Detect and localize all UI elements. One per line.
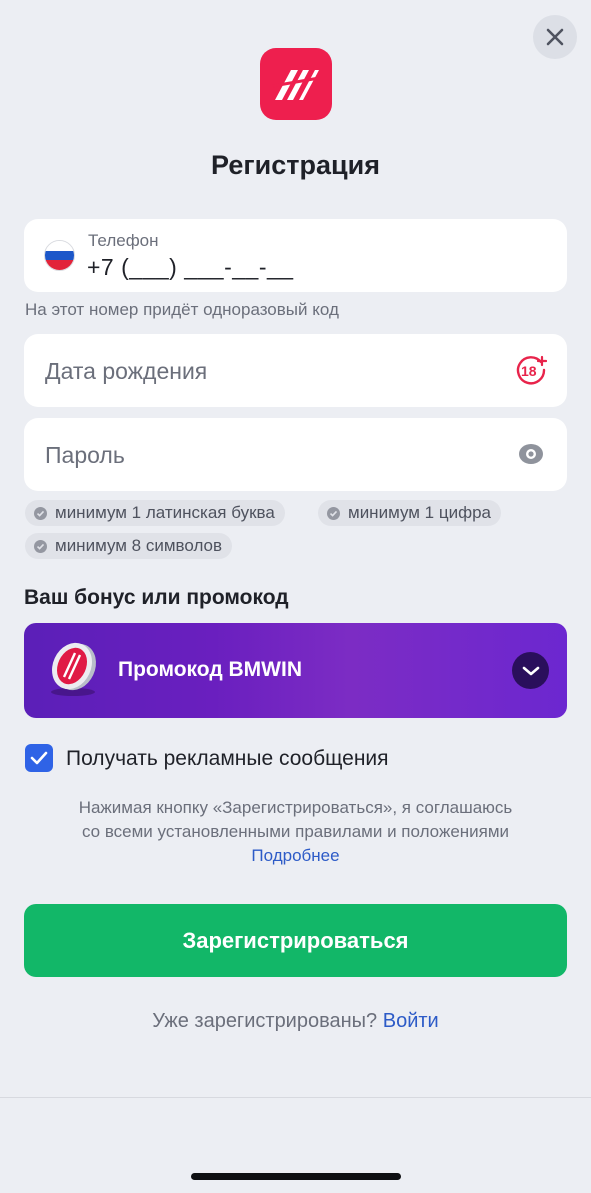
password-requirement-chip: минимум 8 символов xyxy=(25,533,233,559)
eye-icon[interactable] xyxy=(518,443,544,465)
check-icon xyxy=(34,506,47,520)
phone-hint: На этот номер придёт одноразовый код xyxy=(25,300,339,319)
marketing-checkbox[interactable] xyxy=(25,744,53,772)
russia-flag-icon[interactable] xyxy=(44,240,75,271)
login-row: Уже зарегистрированы? Войти xyxy=(0,1010,591,1033)
promo-selector[interactable]: Промокод BMWIN xyxy=(24,623,567,718)
svg-text:18: 18 xyxy=(521,363,537,379)
check-icon xyxy=(34,539,47,553)
age-18-plus-icon: 18 xyxy=(516,355,547,385)
chevron-down-icon[interactable] xyxy=(512,652,549,689)
check-icon xyxy=(327,506,340,520)
birth-date-field[interactable]: Дата рождения 18 xyxy=(24,334,567,407)
password-placeholder: Пароль xyxy=(45,442,125,468)
bookmaker-logo-icon xyxy=(260,48,332,120)
birth-date-placeholder: Дата рождения xyxy=(45,358,208,384)
terms-details-link[interactable]: Подробнее xyxy=(251,846,339,865)
phone-label: Телефон xyxy=(88,231,159,250)
login-question: Уже зарегистрированы? xyxy=(152,1010,378,1032)
requirement-text: минимум 1 латинская буква xyxy=(55,503,275,522)
bonus-section-title: Ваш бонус или промокод xyxy=(24,586,289,609)
checkmark-icon xyxy=(30,751,48,765)
phone-field[interactable]: Телефон +7 (___) ___-__-__ xyxy=(24,219,567,292)
requirement-text: минимум 1 цифра xyxy=(348,503,491,522)
promo-label: Промокод BMWIN xyxy=(118,658,302,681)
page-title: Регистрация xyxy=(211,150,380,180)
password-field[interactable]: Пароль xyxy=(24,418,567,491)
marketing-checkbox-label[interactable]: Получать рекламные сообщения xyxy=(66,747,389,771)
close-icon xyxy=(546,28,564,46)
requirement-text: минимум 8 символов xyxy=(55,536,223,555)
close-button[interactable] xyxy=(533,15,577,59)
phone-input[interactable]: +7 (___) ___-__-__ xyxy=(87,254,294,281)
divider xyxy=(0,1097,591,1098)
password-requirement-chip: минимум 1 латинская буква xyxy=(25,500,285,526)
promo-coin-icon xyxy=(51,642,96,696)
terms-text: Нажимая кнопку «Зарегистрироваться», я с… xyxy=(30,796,561,868)
register-button[interactable]: Зарегистрироваться xyxy=(24,904,567,977)
terms-line: со всеми установленными правилами и поло… xyxy=(81,822,510,841)
home-indicator[interactable] xyxy=(191,1173,401,1180)
login-link[interactable]: Войти xyxy=(383,1010,439,1032)
terms-line: Нажимая кнопку «Зарегистрироваться», я с… xyxy=(78,798,513,817)
password-requirement-chip: минимум 1 цифра xyxy=(318,500,501,526)
